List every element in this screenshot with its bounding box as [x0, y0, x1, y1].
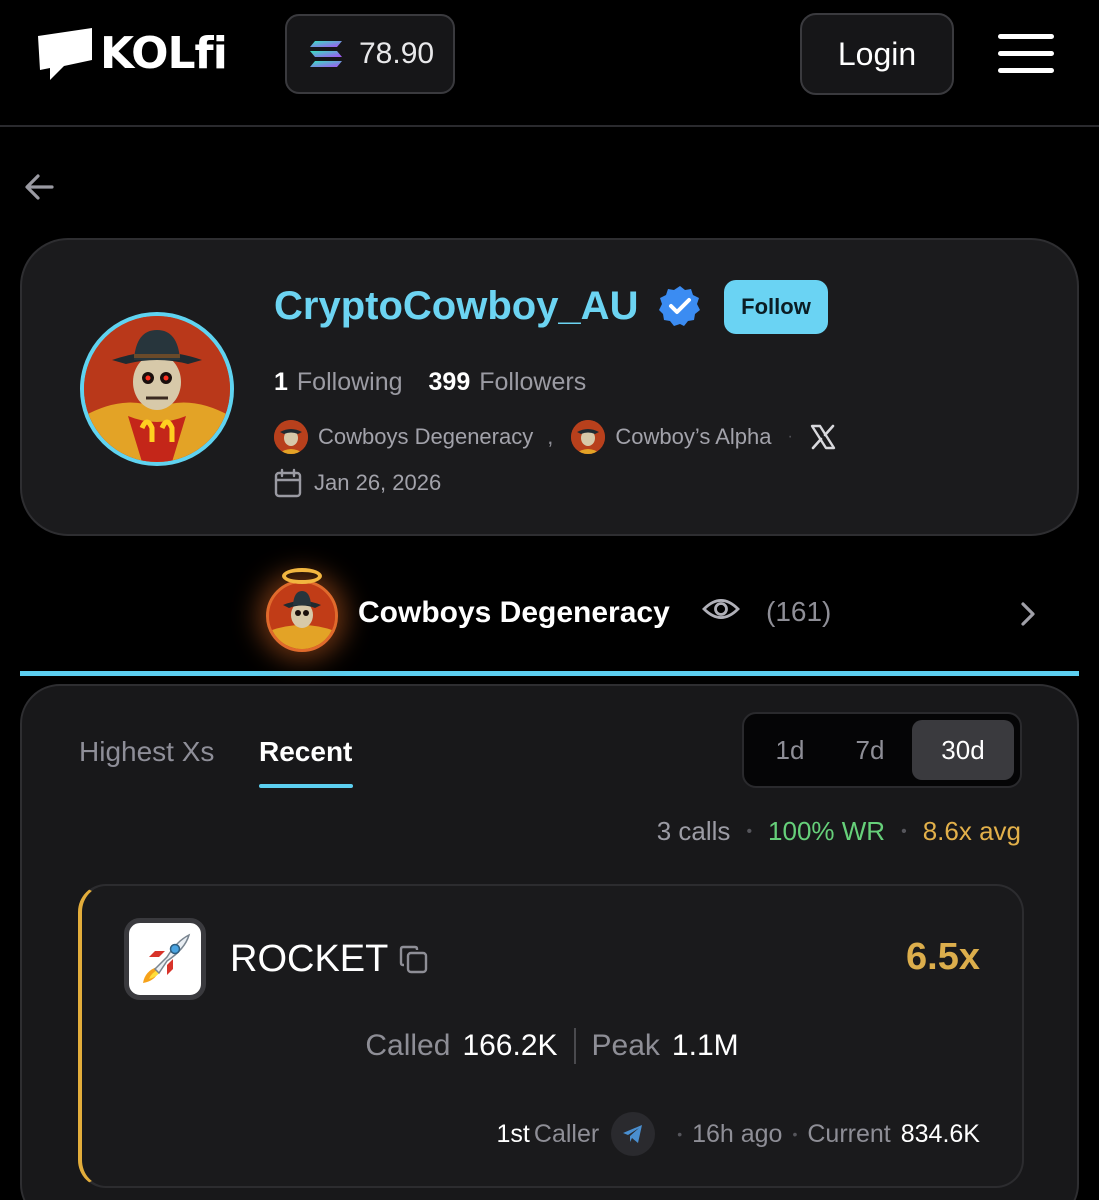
peak-value: 1.1M — [671, 1029, 739, 1062]
group-avatar — [266, 580, 338, 652]
profile-username: CryptoCowboy_AU — [274, 284, 639, 328]
call-card[interactable]: ROCKET 6.5x Called 166.2K Peak 1.1M 1st … — [78, 884, 1024, 1188]
call-multiplier: 6.5x — [906, 936, 980, 978]
brand-name: KOLfi — [100, 28, 228, 79]
group-separator: , — [547, 424, 554, 449]
x-twitter-icon[interactable] — [809, 423, 837, 451]
viewer-count: (161) — [766, 596, 832, 627]
eye-icon — [702, 599, 740, 619]
back-arrow-icon[interactable] — [22, 170, 56, 204]
verified-badge-icon — [659, 286, 700, 326]
market-cap-row: Called 166.2K Peak 1.1M — [82, 1028, 1022, 1064]
solana-icon — [310, 41, 342, 67]
time-range-selector: 1d 7d 30d — [742, 712, 1022, 788]
caller-rank: 1st — [496, 1119, 530, 1148]
win-rate: 100% WR — [768, 816, 886, 846]
speech-bubble-logo-icon — [38, 28, 92, 80]
average-multiplier: 8.6x avg — [922, 816, 1021, 846]
rocket-token-icon — [124, 918, 206, 1000]
join-date-text: Jan 26, 2026 — [314, 470, 442, 495]
following-label[interactable]: Following — [297, 368, 403, 397]
group-avatar-icon — [571, 420, 606, 454]
follow-stats: 1 Following 399 Followers — [274, 368, 586, 397]
dot-separator: · — [787, 428, 793, 445]
join-date: Jan 26, 2026 — [274, 468, 441, 498]
tab-highest-xs[interactable]: Highest Xs — [79, 736, 214, 768]
profile-card: CryptoCowboy_AU Follow 1 Following 399 F… — [20, 238, 1079, 536]
call-time: 16h ago — [692, 1119, 783, 1148]
hamburger-menu-icon[interactable] — [998, 34, 1056, 74]
sol-price-value: 78.90 — [359, 37, 435, 70]
active-tab-indicator — [259, 784, 353, 788]
tab-recent[interactable]: Recent — [259, 736, 352, 768]
telegram-icon[interactable] — [611, 1112, 656, 1156]
followers-label[interactable]: Followers — [479, 368, 586, 397]
profile-avatar — [80, 312, 234, 466]
group-name: Cowboys Degeneracy — [358, 596, 670, 629]
called-value: 166.2K — [462, 1029, 558, 1062]
group-link-cowboys-degeneracy[interactable]: Cowboys Degeneracy — [318, 424, 533, 450]
call-meta-row: 1st Caller • 16h ago • Current 834.6K — [497, 1112, 980, 1156]
copy-icon[interactable] — [398, 942, 430, 976]
token-name: ROCKET — [230, 938, 389, 980]
following-count: 1 — [274, 368, 288, 396]
group-row[interactable]: Cowboys Degeneracy (161) — [20, 560, 1079, 676]
divider — [573, 1028, 576, 1064]
group-link-cowboys-alpha[interactable]: Cowboy’s Alpha — [615, 424, 771, 450]
login-button[interactable]: Login — [800, 13, 954, 95]
halo-icon — [282, 568, 322, 584]
top-nav: KOLfi 78.90 Login — [0, 0, 1099, 127]
range-1d[interactable]: 1d — [750, 720, 830, 780]
kolfi-logo[interactable]: KOLfi — [36, 26, 228, 82]
range-7d[interactable]: 7d — [830, 720, 910, 780]
followers-count: 399 — [428, 368, 471, 396]
range-30d[interactable]: 30d — [912, 720, 1014, 780]
current-label: Current — [807, 1119, 891, 1148]
group-avatar-icon — [274, 420, 308, 454]
follow-button[interactable]: Follow — [724, 280, 828, 334]
calendar-icon — [274, 468, 302, 498]
group-list: Cowboys Degeneracy , Cowboy’s Alpha · — [274, 420, 837, 454]
calls-summary: 3 calls • 100% WR • 8.6x avg — [656, 816, 1021, 846]
called-label: Called — [365, 1029, 451, 1062]
peak-label: Peak — [591, 1029, 660, 1062]
sol-price-pill[interactable]: 78.90 — [285, 14, 455, 94]
calls-count: 3 calls — [656, 816, 731, 846]
chevron-right-icon[interactable] — [1018, 600, 1038, 628]
calls-panel: Highest Xs Recent 1d 7d 30d 3 calls • 10… — [20, 684, 1079, 1200]
caller-label: Caller — [533, 1119, 600, 1148]
current-value: 834.6K — [900, 1119, 980, 1148]
